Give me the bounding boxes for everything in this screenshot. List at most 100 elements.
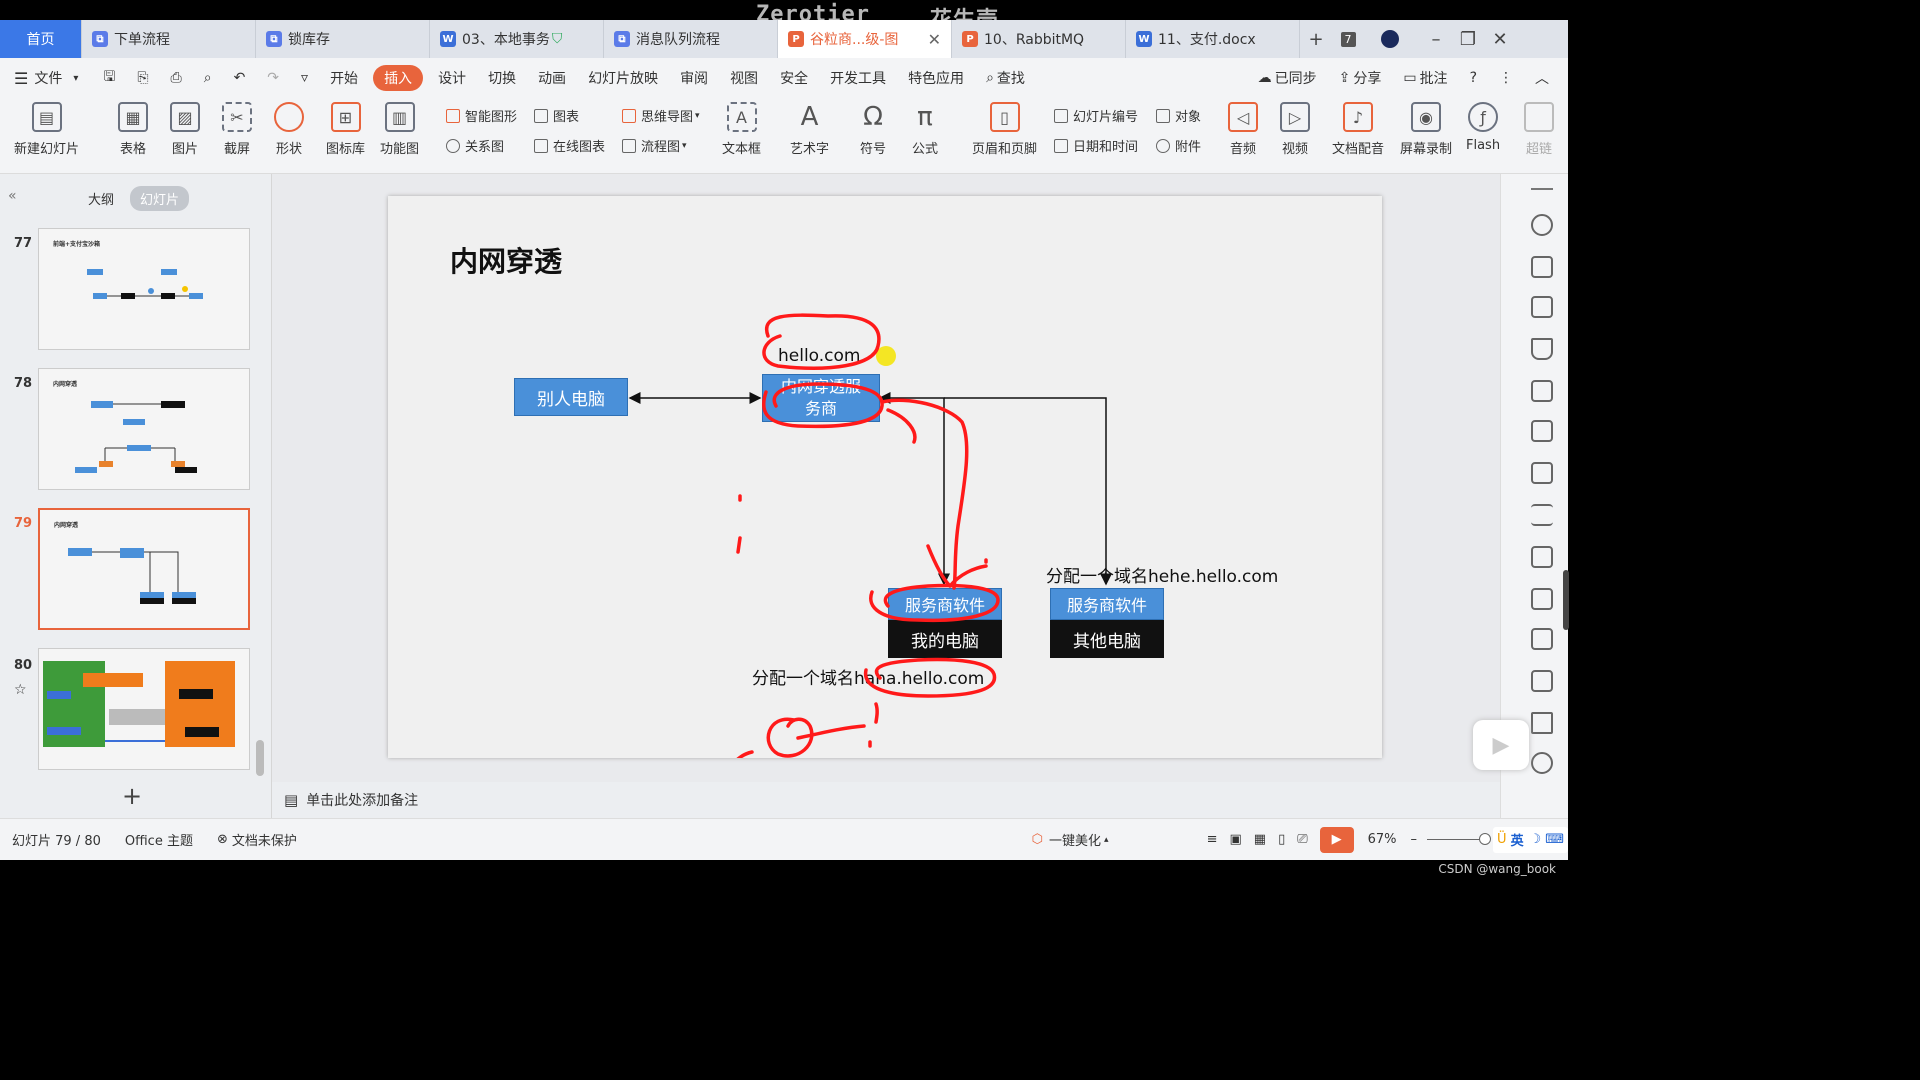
theme-name[interactable]: Office 主题 (113, 819, 205, 861)
object-button[interactable]: 对象 (1156, 106, 1201, 125)
restore-icon[interactable]: ❐ (1452, 20, 1484, 58)
video-button[interactable]: ▷ 视频 (1280, 102, 1310, 157)
ime-toolbar[interactable]: Ü 英 ☽ ⌨ (1493, 826, 1568, 853)
formula-button[interactable]: π 公式 (910, 102, 940, 157)
more-icon[interactable]: ⋮ (1488, 65, 1524, 91)
function-chart-button[interactable]: ▥ 功能图 (380, 102, 419, 157)
tab-mq-flow[interactable]: ⧉ 消息队列流程 (604, 20, 778, 58)
menu-insert[interactable]: 插入 (373, 65, 424, 91)
box-tunnel-service[interactable]: 内网穿透服 务商 (762, 374, 880, 422)
export-icon[interactable] (1531, 588, 1553, 610)
tab-local-transaction[interactable]: W 03、本地事务 ⛉ (430, 20, 604, 58)
tab-gulimall-active[interactable]: P 谷粒商...级-图 ✕ (778, 20, 952, 58)
collapse-ribbon-icon[interactable]: ︿ (1524, 65, 1560, 91)
menu-review[interactable]: 审阅 (669, 65, 719, 91)
menu-slideshow[interactable]: 幻灯片放映 (577, 65, 669, 91)
icon-library-button[interactable]: ⊞ 图标库 (326, 102, 365, 157)
customize-icon[interactable]: ▿ (290, 65, 319, 91)
fill-icon[interactable] (1531, 338, 1553, 360)
hyperlink-button[interactable]: 超链 (1524, 102, 1554, 157)
normal-view-icon[interactable]: ▣ (1223, 819, 1247, 861)
tab-rabbitmq[interactable]: P 10、RabbitMQ (952, 20, 1126, 58)
assign-domain-hehe[interactable]: 分配一个域名hehe.hello.com (1046, 562, 1278, 587)
menu-search[interactable]: ⌕ 查找 (975, 65, 1036, 91)
menu-design[interactable]: 设计 (427, 65, 477, 91)
shape-style-icon[interactable] (1531, 296, 1553, 318)
attachment-button[interactable]: 附件 (1156, 136, 1201, 155)
magic-icon[interactable] (1531, 214, 1553, 236)
comment-button[interactable]: ▭ 批注 (1392, 65, 1458, 91)
hamburger-icon[interactable]: ☰ (14, 69, 28, 88)
tab-outline[interactable]: 大纲 (78, 186, 124, 211)
header-footer-button[interactable]: ▯ 页眉和页脚 (972, 102, 1037, 157)
sidebar-menu-icon[interactable] (1531, 188, 1553, 190)
slide-thumbnail-79-selected[interactable]: 内网穿透 (38, 508, 250, 630)
domain-label-top[interactable]: hello.com (778, 346, 861, 366)
picture-button[interactable]: ▨ 图片 (170, 102, 200, 157)
relation-chart-button[interactable]: 关系图 (446, 136, 504, 155)
box-software-other[interactable]: 服务商软件 (1050, 588, 1164, 620)
close-icon[interactable]: ✕ (928, 30, 941, 49)
beautify-button[interactable]: ⬡ 一键美化 ▴ (1020, 819, 1121, 861)
wordart-button[interactable]: A 艺术字 (790, 102, 829, 157)
chevron-down-icon[interactable]: ▾ (73, 73, 78, 84)
tab-home[interactable]: 首页 (0, 20, 82, 58)
redo-icon[interactable]: ↷ (256, 65, 290, 91)
sidebar-scrollbar[interactable] (1563, 570, 1569, 630)
online-chart-button[interactable]: 在线图表 (534, 136, 605, 155)
settings-icon[interactable] (1531, 752, 1553, 774)
zoom-out-icon[interactable]: – (1405, 819, 1424, 861)
zoom-level[interactable]: 67% (1360, 819, 1405, 861)
archive-icon[interactable] (1531, 628, 1553, 650)
picture-tool-icon[interactable] (1531, 670, 1553, 692)
print-icon[interactable]: ⎙ (160, 65, 193, 91)
menu-transition[interactable]: 切换 (477, 65, 527, 91)
share-button[interactable]: ⇪ 分享 (1328, 65, 1393, 91)
table-button[interactable]: ▦ 表格 (118, 102, 148, 157)
tab-count-badge[interactable]: 7 (1332, 20, 1364, 58)
smart-graphic-button[interactable]: 智能图形 (446, 106, 517, 125)
slide-thumbnail-80[interactable] (38, 648, 250, 770)
save-icon[interactable]: 🖫 (92, 65, 126, 91)
shape-button[interactable]: 形状 (274, 102, 304, 157)
textbox-button[interactable]: A 文本框 (722, 102, 761, 157)
mindmap-button[interactable]: 思维导图 ▾ (622, 106, 700, 125)
sorter-view-icon[interactable]: ▦ (1248, 819, 1272, 861)
box-my-pc[interactable]: 我的电脑 (888, 620, 1002, 658)
flowchart-button[interactable]: 流程图 ▾ (622, 136, 687, 155)
box-other-computer[interactable]: 其他电脑 (1050, 620, 1164, 658)
menu-start[interactable]: 开始 (319, 65, 369, 91)
layout-icon[interactable] (1531, 256, 1553, 278)
dubbing-button[interactable]: ♪ 文档配音 (1332, 102, 1384, 157)
print-preview-icon[interactable]: ⌕ (193, 65, 223, 91)
format-painter-icon[interactable]: ⎘ (126, 65, 159, 91)
menu-security[interactable]: 安全 (769, 65, 819, 91)
notes-toggle-icon[interactable]: ≡ (1201, 819, 1224, 861)
grid-icon[interactable] (1531, 420, 1553, 442)
symbol-button[interactable]: Ω 符号 (858, 102, 888, 157)
slide-thumbnail-77[interactable]: 前端+支付宝沙箱 (38, 228, 250, 350)
tab-payment-docx[interactable]: W 11、支付.docx (1126, 20, 1300, 58)
play-video-overlay-icon[interactable]: ▶ (1473, 720, 1529, 770)
sync-status[interactable]: ☁ 已同步 (1247, 65, 1328, 91)
slide-number-button[interactable]: 幻灯片编号 (1054, 106, 1138, 125)
play-slideshow-button[interactable]: ▶ (1314, 819, 1360, 861)
tab-slides[interactable]: 幻灯片 (130, 186, 190, 211)
menu-features[interactable]: 特色应用 (897, 65, 975, 91)
zoom-slider[interactable] (1423, 819, 1493, 861)
add-slide-icon[interactable]: + (122, 782, 142, 810)
avatar[interactable] (1374, 20, 1406, 58)
menu-view[interactable]: 视图 (719, 65, 769, 91)
minimize-icon[interactable]: – (1420, 20, 1452, 58)
undo-icon[interactable]: ↶ (223, 65, 257, 91)
new-slide-button[interactable]: ▤ 新建幻灯片 (14, 102, 79, 157)
volume-icon[interactable] (1531, 712, 1553, 734)
chart-button[interactable]: 图表 (534, 106, 579, 125)
date-time-button[interactable]: 日期和时间 (1054, 136, 1138, 155)
flash-button[interactable]: ƒ Flash (1466, 102, 1500, 153)
window-close-icon[interactable]: ✕ (1484, 20, 1516, 58)
image-style-icon[interactable] (1531, 546, 1553, 568)
menu-animation[interactable]: 动画 (527, 65, 577, 91)
new-tab-plus-icon[interactable]: + (1300, 20, 1332, 58)
menu-file[interactable]: 文件 (34, 65, 73, 91)
